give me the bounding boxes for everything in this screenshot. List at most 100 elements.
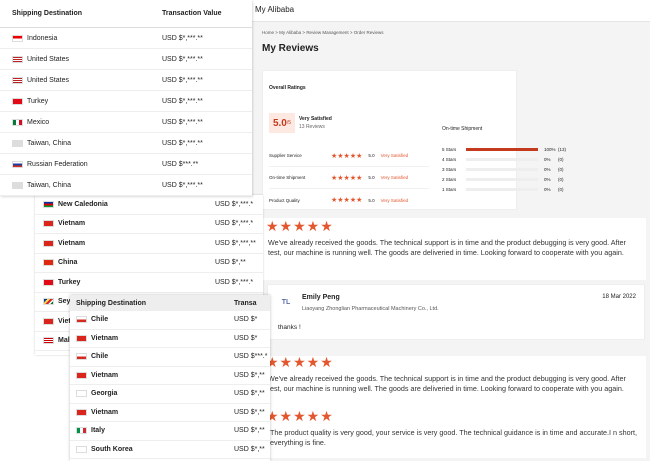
table-row: China USD $*,** xyxy=(35,254,263,273)
table-row: Turkey USD $*,***.* xyxy=(35,273,263,293)
criteria-row: On-time Shipment ★★★★★ 5.0 Very Satisfie… xyxy=(269,167,429,189)
criteria-row: Product Quality ★★★★★ 5.0 Very Satisfied xyxy=(269,189,429,211)
transaction-value: USD $* xyxy=(234,316,258,324)
country-name: Italy xyxy=(91,427,106,435)
criteria-label: Very Satisfied xyxy=(380,153,409,158)
dist-count: (13) xyxy=(558,146,567,152)
dist-bar xyxy=(466,177,538,181)
overall-ratings-heading: Overall Ratings xyxy=(269,85,306,91)
transaction-value: USD $*,***.** xyxy=(162,97,203,105)
dist-bar-fill xyxy=(466,147,538,151)
criteria-score: 5.0 xyxy=(368,175,375,180)
transaction-value: USD $*,** xyxy=(234,408,265,416)
table-row: Vietnam USD $*,** xyxy=(70,367,270,385)
dist-row: 4 Stars 0% (0) xyxy=(442,154,572,164)
review-stars: ★★★★★ xyxy=(266,218,334,234)
dist-label: 5 Stars xyxy=(442,146,457,152)
flag-icon xyxy=(76,427,87,435)
top-bar: My Alibaba xyxy=(250,0,650,22)
brand-link[interactable]: My Alibaba xyxy=(255,5,294,14)
transaction-value: USD $*,***.** xyxy=(162,34,203,42)
page-title: My Reviews xyxy=(262,43,319,54)
flag-icon xyxy=(12,97,23,105)
criteria-name: Product Quality xyxy=(269,197,300,203)
review-text: The product quality is very good, your s… xyxy=(270,428,638,447)
table-row: Russian Federation USD $***.** xyxy=(0,154,252,175)
country-name: Indonesia xyxy=(27,34,58,42)
table-row: South Korea USD $*,** xyxy=(70,441,270,459)
criteria-stars: ★★★★★ xyxy=(331,197,363,204)
flag-icon xyxy=(12,181,23,189)
flag-icon xyxy=(12,160,23,168)
reply-author[interactable]: Emily Peng xyxy=(302,294,340,301)
table-row: Indonesia USD $*,***.** xyxy=(0,28,252,49)
dist-count: (0) xyxy=(558,156,564,162)
col-transaction-value: Transa xyxy=(234,299,257,307)
review-text: We've already received the goods. The te… xyxy=(268,374,626,393)
country-name: Taiwan, China xyxy=(27,139,71,147)
flag-icon xyxy=(76,408,87,416)
transaction-value: USD $*,***.** xyxy=(162,181,203,189)
country-name: New Caledonia xyxy=(58,200,108,208)
transaction-value: USD $*,***.* xyxy=(215,278,254,286)
breadcrumb-review-management[interactable]: Review Management xyxy=(306,30,348,35)
dist-pct: 0% xyxy=(544,176,551,182)
criteria-list: Supplier Service ★★★★★ 5.0 Very Satisfie… xyxy=(269,145,429,211)
flag-icon xyxy=(76,445,87,453)
flag-icon xyxy=(12,76,23,84)
transaction-value: USD $*,***.** xyxy=(162,139,203,147)
country-name: Sey xyxy=(58,298,71,306)
country-name: Vietnam xyxy=(91,334,119,342)
supplier-logo: TL xyxy=(281,299,291,306)
transaction-value: USD $***.* xyxy=(234,353,268,361)
dist-label: 4 Stars xyxy=(442,156,457,162)
country-name: Georgia xyxy=(91,390,118,398)
transaction-value: USD $*,** xyxy=(234,427,265,435)
flag-icon xyxy=(76,334,87,342)
dist-pct: 100% xyxy=(544,146,556,152)
breadcrumb-home[interactable]: Home xyxy=(262,30,274,35)
table-row: Vietnam USD $*,***,** xyxy=(35,234,263,254)
dist-count: (0) xyxy=(558,186,564,192)
overall-label: Very Satisfied xyxy=(299,116,332,122)
transactions-panel-c: Shipping Destination Transa Chile USD $* V… xyxy=(70,295,270,461)
star-distribution: 5 Stars 100% (13) 4 Stars 0% (0) 3 Stars 0% (0… xyxy=(442,144,572,194)
shipment-title: On-time Shipment xyxy=(442,126,483,132)
transaction-value: USD $*,** xyxy=(234,371,265,379)
flag-icon xyxy=(76,390,87,398)
table-row: Mexico USD $*,***.** xyxy=(0,112,252,133)
table-row: Taiwan, China USD $*,***.** xyxy=(0,175,252,196)
reply-company: Liaoyang Zhonglian Pharmaceutical Machin… xyxy=(302,306,439,312)
flag-icon xyxy=(43,259,54,267)
dist-pct: 0% xyxy=(544,166,551,172)
dist-row: 5 Stars 100% (13) xyxy=(442,144,572,154)
breadcrumb-order-reviews: Order Reviews xyxy=(353,30,384,35)
flag-icon xyxy=(12,55,23,63)
dist-bar xyxy=(466,187,538,191)
country-name: Russian Federation xyxy=(27,160,88,168)
flag-icon xyxy=(43,220,54,228)
transaction-value: USD $*,** xyxy=(215,259,246,267)
transaction-value: USD $*,***.** xyxy=(162,118,203,126)
criteria-name: Supplier Service xyxy=(269,153,302,158)
criteria-name: On-time Shipment xyxy=(269,175,306,180)
review-stars: ★★★★★ xyxy=(266,354,334,370)
country-name: Taiwan, China xyxy=(27,181,71,189)
flag-icon xyxy=(43,298,54,306)
breadcrumb-my-alibaba[interactable]: My Alibaba xyxy=(279,30,301,35)
country-name: Chile xyxy=(91,353,109,361)
col-shipping-destination: Shipping Destination xyxy=(76,299,146,307)
flag-icon xyxy=(43,317,54,325)
dist-bar xyxy=(466,147,538,151)
table-row: Vietnam USD $* xyxy=(70,330,270,348)
dist-label: 2 Stars xyxy=(442,176,457,182)
col-transaction-value: Transaction Value xyxy=(162,10,222,17)
dist-pct: 0% xyxy=(544,186,551,192)
table-row: Vietnam USD $*,** xyxy=(70,404,270,422)
dist-row: 1 Stars 0% (0) xyxy=(442,184,572,194)
transaction-value: USD $*,***.* xyxy=(215,220,254,228)
country-name: United States xyxy=(27,55,70,63)
country-name: Viet xyxy=(58,317,71,325)
criteria-label: Very Satisfied xyxy=(380,197,409,203)
transaction-value: USD $***.** xyxy=(162,160,199,168)
